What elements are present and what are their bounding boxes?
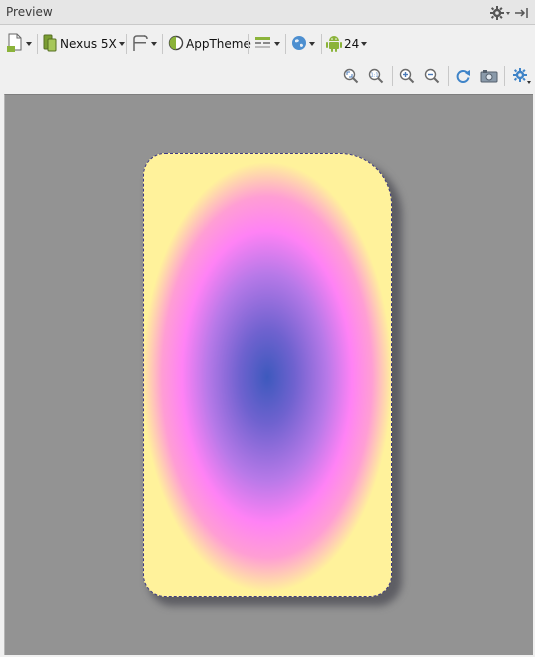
zoom-in-button[interactable] (399, 66, 415, 88)
render-file-icon (6, 33, 24, 56)
svg-text:1:1: 1:1 (370, 72, 378, 78)
zoom-out-button[interactable] (424, 66, 440, 88)
zoom-to-fit-button[interactable] (343, 66, 359, 88)
panel-title: Preview (6, 5, 53, 19)
screenshot-icon (480, 68, 498, 87)
refresh-button[interactable] (455, 66, 471, 88)
zoom-to-fit-icon (343, 68, 359, 87)
locale-selector[interactable] (291, 33, 315, 55)
theme-selector[interactable]: AppTheme (168, 33, 251, 55)
theme-icon (168, 35, 184, 54)
device-label: Nexus 5X (60, 37, 117, 51)
render-file-button[interactable] (6, 33, 32, 55)
refresh-icon (455, 68, 471, 87)
zoom-out-icon (424, 68, 440, 87)
screenshot-button[interactable] (480, 66, 498, 88)
activity-selector[interactable] (254, 33, 280, 55)
api-level-label: 24 (344, 37, 360, 51)
device-selector[interactable]: Nexus 5X (42, 33, 125, 55)
device-icon (42, 33, 58, 56)
settings-button[interactable] (512, 66, 532, 88)
theme-label: AppTheme (186, 37, 251, 51)
layout-bounds-outline (144, 154, 391, 596)
hide-panel-icon[interactable] (513, 5, 531, 21)
android-icon (326, 34, 342, 55)
gear-icon[interactable] (489, 5, 511, 21)
preview-title-bar: Preview (0, 0, 535, 25)
orientation-icon (131, 33, 149, 56)
zoom-actual-size-button[interactable]: 1:1 (368, 66, 384, 88)
api-level-selector[interactable]: 24 (326, 33, 368, 55)
preview-toolbar: Nexus 5X AppTheme 24 1:1 (0, 26, 535, 94)
locale-icon (291, 35, 307, 54)
settings-icon (512, 67, 532, 88)
zoom-actual-icon: 1:1 (368, 68, 384, 87)
device-preview-screen[interactable] (143, 153, 392, 597)
activity-icon (254, 35, 272, 54)
orientation-selector[interactable] (131, 33, 157, 55)
zoom-in-icon (399, 68, 415, 87)
